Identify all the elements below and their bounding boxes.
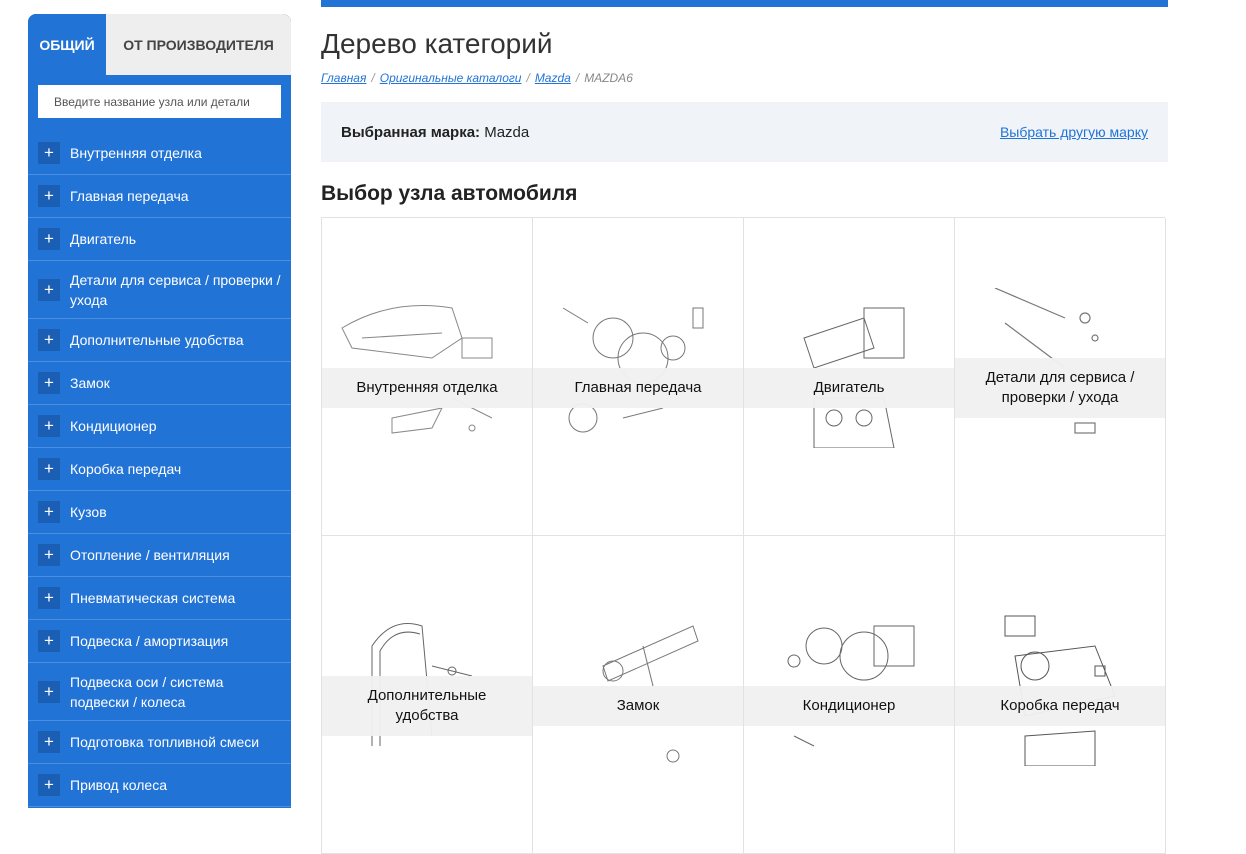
sidebar-item-interior[interactable]: + Внутренняя отделка bbox=[28, 132, 291, 175]
sidebar-item-label: Замок bbox=[70, 375, 110, 391]
breadcrumb-separator: / bbox=[575, 71, 580, 85]
sidebar-item-axle-suspension[interactable]: + Подвеска оси / система подвески / колес… bbox=[28, 663, 291, 721]
plus-icon[interactable]: + bbox=[38, 501, 60, 523]
sidebar-item-final-drive[interactable]: + Главная передача bbox=[28, 175, 291, 218]
plus-icon[interactable]: + bbox=[38, 731, 60, 753]
plus-icon[interactable]: + bbox=[38, 278, 60, 301]
category-card-label: Коробка передач bbox=[955, 686, 1165, 726]
breadcrumb-separator: / bbox=[371, 71, 375, 85]
category-grid: Внутренняя отделка Главная передача Двиг… bbox=[321, 217, 1166, 854]
search-input[interactable] bbox=[38, 85, 281, 118]
section-title: Выбор узла автомобиля bbox=[321, 182, 578, 205]
breadcrumb-brand-link[interactable]: Mazda bbox=[535, 71, 571, 85]
sidebar-item-heating[interactable]: + Отопление / вентиляция bbox=[28, 534, 291, 577]
sidebar-item-gearbox[interactable]: + Коробка передач bbox=[28, 448, 291, 491]
category-card-label: Дополнительные удобства bbox=[322, 676, 532, 736]
category-card-label: Главная передача bbox=[533, 368, 743, 408]
category-card-label: Замок bbox=[533, 686, 743, 726]
sidebar-item-label: Внутренняя отделка bbox=[70, 145, 202, 161]
sidebar-item-service-parts[interactable]: + Детали для сервиса / проверки / ухода bbox=[28, 261, 291, 319]
category-card-engine[interactable]: Двигатель bbox=[744, 218, 955, 536]
sidebar: ОБЩИЙ ОТ ПРОИЗВОДИТЕЛЯ + Внутренняя отдел… bbox=[28, 14, 291, 808]
selected-brand: Выбранная марка: Mazda bbox=[341, 124, 529, 141]
sidebar-item-lock[interactable]: + Замок bbox=[28, 362, 291, 405]
breadcrumb: Главная / Оригинальные каталоги / Mazda / MAZD… bbox=[321, 71, 1168, 87]
category-card-label: Двигатель bbox=[744, 368, 954, 408]
breadcrumb-current: MAZDA6 bbox=[584, 71, 633, 85]
page-title: Дерево категорий bbox=[321, 28, 553, 59]
sidebar-item-body[interactable]: + Кузов bbox=[28, 491, 291, 534]
sidebar-item-label: Двигатель bbox=[70, 231, 137, 247]
plus-icon[interactable]: + bbox=[38, 544, 60, 566]
category-card-gearbox[interactable]: Коробка передач bbox=[955, 536, 1166, 854]
plus-icon[interactable]: + bbox=[38, 185, 60, 207]
sidebar-item-label: Подвеска оси / система подвески / колеса bbox=[70, 673, 224, 710]
selected-brand-value: Mazda bbox=[484, 123, 530, 141]
category-card-lock[interactable]: Замок bbox=[533, 536, 744, 854]
category-card-label: Кондиционер bbox=[744, 686, 954, 726]
plus-icon[interactable]: + bbox=[38, 228, 60, 250]
sidebar-item-label: Кузов bbox=[70, 504, 107, 520]
sidebar-item-label: Подвеска / амортизация bbox=[70, 633, 229, 649]
category-card-label: Детали для сервиса / проверки / ухода bbox=[955, 358, 1165, 418]
sidebar-item-label: Подготовка топливной смеси bbox=[70, 734, 260, 750]
sidebar-item-extras[interactable]: + Дополнительные удобства bbox=[28, 319, 291, 362]
plus-icon[interactable]: + bbox=[38, 630, 60, 652]
sidebar-tabs: ОБЩИЙ ОТ ПРОИЗВОДИТЕЛЯ bbox=[28, 14, 291, 75]
category-card-ac[interactable]: Кондиционер bbox=[744, 536, 955, 854]
plus-icon[interactable]: + bbox=[38, 372, 60, 394]
breadcrumb-home-link[interactable]: Главная bbox=[321, 71, 366, 85]
plus-icon[interactable]: + bbox=[38, 458, 60, 480]
category-card-final-drive[interactable]: Главная передача bbox=[533, 218, 744, 536]
category-card-interior[interactable]: Внутренняя отделка bbox=[322, 218, 533, 536]
plus-icon[interactable]: + bbox=[38, 680, 60, 703]
sidebar-item-label: Отопление / вентиляция bbox=[70, 547, 230, 563]
selected-brand-label: Выбранная марка: bbox=[341, 123, 481, 141]
plus-icon[interactable]: + bbox=[38, 774, 60, 796]
sidebar-item-ac[interactable]: + Кондиционер bbox=[28, 405, 291, 448]
sidebar-item-label: Детали для сервиса / проверки / ухода bbox=[70, 271, 281, 308]
plus-icon[interactable]: + bbox=[38, 415, 60, 437]
category-card-label: Внутренняя отделка bbox=[322, 368, 532, 408]
sidebar-item-label: Дополнительные удобства bbox=[70, 332, 244, 348]
sidebar-item-label: Главная передача bbox=[70, 188, 189, 204]
sidebar-item-pneumatic[interactable]: + Пневматическая система bbox=[28, 577, 291, 620]
search-wrap bbox=[28, 75, 291, 132]
category-card-service-parts[interactable]: Детали для сервиса / проверки / ухода bbox=[955, 218, 1166, 536]
sidebar-item-wheel-drive[interactable]: + Привод колеса bbox=[28, 764, 291, 807]
plus-icon[interactable]: + bbox=[38, 587, 60, 609]
selected-brand-box: Выбранная марка: Mazda Выбрать другую ма… bbox=[321, 102, 1168, 162]
main-content: Дерево категорий Главная / Оригинальные ка… bbox=[321, 0, 1168, 854]
top-accent-bar bbox=[321, 0, 1168, 7]
sidebar-item-engine[interactable]: + Двигатель bbox=[28, 218, 291, 261]
category-card-extras[interactable]: Дополнительные удобства bbox=[322, 536, 533, 854]
sidebar-item-fuel-prep[interactable]: + Подготовка топливной смеси bbox=[28, 721, 291, 764]
sidebar-item-label: Пневматическая система bbox=[70, 590, 236, 606]
plus-icon[interactable]: + bbox=[38, 329, 60, 351]
tab-manufacturer[interactable]: ОТ ПРОИЗВОДИТЕЛЯ bbox=[106, 14, 291, 75]
sidebar-item-label: Кондиционер bbox=[70, 418, 157, 434]
tab-general[interactable]: ОБЩИЙ bbox=[28, 14, 106, 75]
sidebar-item-label: Привод колеса bbox=[70, 777, 167, 793]
breadcrumb-catalogs-link[interactable]: Оригинальные каталоги bbox=[380, 71, 522, 85]
change-brand-link[interactable]: Выбрать другую марку bbox=[1000, 124, 1148, 140]
sidebar-item-suspension[interactable]: + Подвеска / амортизация bbox=[28, 620, 291, 663]
plus-icon[interactable]: + bbox=[38, 142, 60, 164]
sidebar-item-label: Коробка передач bbox=[70, 461, 182, 477]
breadcrumb-separator: / bbox=[526, 71, 530, 85]
